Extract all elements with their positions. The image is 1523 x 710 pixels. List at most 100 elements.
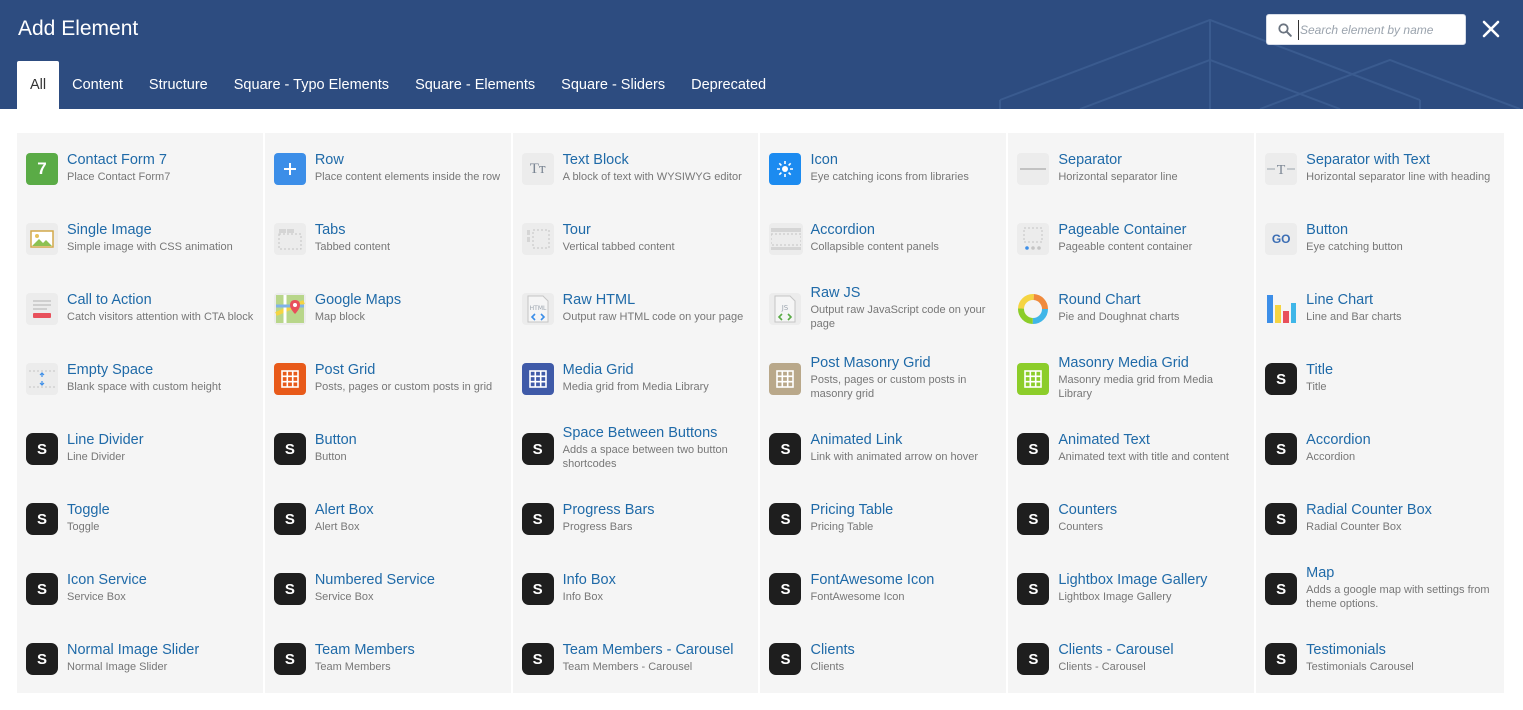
element-description: Clients - Carousel <box>1058 661 1146 673</box>
element-card-team-members[interactable]: S Team Members Team Members <box>264 623 513 693</box>
element-card-empty-space[interactable]: Empty Space Blank space with custom heig… <box>17 343 265 413</box>
element-card-tabs[interactable]: Tabs Tabbed content <box>264 203 513 273</box>
element-description: Pie and Doughnat charts <box>1058 311 1180 323</box>
element-card-separator-with-text[interactable]: T Separator with Text Horizontal separat… <box>1256 133 1504 203</box>
element-description: Team Members <box>314 661 391 673</box>
element-card-info-box[interactable]: S Info Box Info Box <box>512 553 761 623</box>
element-card-accordion[interactable]: Accordion Collapsible content panels <box>760 203 1009 273</box>
element-card-pageable-container[interactable]: Pageable Container Pageable content cont… <box>1008 203 1257 273</box>
element-card-testimonials[interactable]: S Testimonials Testimonials Carousel <box>1256 623 1504 693</box>
element-description: Blank space with custom height <box>67 381 222 393</box>
tab-all[interactable]: All <box>17 61 60 109</box>
element-description: Button <box>314 451 347 463</box>
element-description: Tabbed content <box>314 241 391 253</box>
s-icon: S <box>26 573 58 605</box>
element-card-fontawesome-icon[interactable]: S FontAwesome Icon FontAwesome Icon <box>760 553 1009 623</box>
raw-html-icon: HTML <box>521 293 554 325</box>
element-card-accordion[interactable]: S Accordion Accordion <box>1256 413 1504 483</box>
element-card-normal-image-slider[interactable]: S Normal Image Slider Normal Image Slide… <box>17 623 265 693</box>
element-card-text: Separator Horizontal separator line <box>1058 133 1246 203</box>
element-card-clients-carousel[interactable]: S Clients - Carousel Clients - Carousel <box>1008 623 1257 693</box>
element-card-icon-service[interactable]: S Icon Service Service Box <box>17 553 265 623</box>
element-name: Numbered Service <box>314 572 435 588</box>
tab-square-sliders[interactable]: Square - Sliders <box>548 61 678 109</box>
element-name: Post Masonry Grid <box>810 355 931 371</box>
tab-structure[interactable]: Structure <box>136 61 221 109</box>
element-card-text: Tabs Tabbed content <box>315 203 503 273</box>
tab-square-elements[interactable]: Square - Elements <box>402 61 548 109</box>
element-card-animated-link[interactable]: S Animated Link Link with animated arrow… <box>760 413 1009 483</box>
element-card-text: Radial Counter Box Radial Counter Box <box>1306 483 1496 553</box>
element-card-pricing-table[interactable]: S Pricing Table Pricing Table <box>760 483 1009 553</box>
s-icon: S <box>26 643 58 675</box>
element-card-row[interactable]: Row Place content elements inside the ro… <box>264 133 513 203</box>
element-card-title[interactable]: S Title Title <box>1256 343 1504 413</box>
element-card-numbered-service[interactable]: S Numbered Service Service Box <box>264 553 513 623</box>
element-description: Adds a space between two button shortcod… <box>562 444 728 470</box>
element-card-single-image[interactable]: Single Image Simple image with CSS anima… <box>17 203 265 273</box>
element-card-post-grid[interactable]: Post Grid Posts, pages or custom posts i… <box>264 343 513 413</box>
element-card-google-maps[interactable]: Google Maps Map block <box>264 273 513 343</box>
element-card-map[interactable]: S Map Adds a google map with settings fr… <box>1256 553 1504 623</box>
element-card-raw-js[interactable]: JS Raw JS Output raw JavaScript code on … <box>760 273 1009 343</box>
element-card-call-to-action[interactable]: Call to Action Catch visitors attention … <box>17 273 265 343</box>
element-card-progress-bars[interactable]: S Progress Bars Progress Bars <box>512 483 761 553</box>
element-card-space-between-buttons[interactable]: S Space Between Buttons Adds a space bet… <box>512 413 761 483</box>
element-card-raw-html[interactable]: HTML Raw HTML Output raw HTML code on yo… <box>512 273 761 343</box>
search-box[interactable] <box>1266 14 1466 45</box>
element-card-toggle[interactable]: S Toggle Toggle <box>17 483 265 553</box>
element-card-text: Icon Service Service Box <box>67 553 255 623</box>
element-description: Line and Bar charts <box>1306 311 1402 323</box>
element-card-separator[interactable]: Separator Horizontal separator line <box>1008 133 1257 203</box>
element-card-post-masonry-grid[interactable]: Post Masonry Grid Posts, pages or custom… <box>760 343 1009 413</box>
element-card-counters[interactable]: S Counters Counters <box>1008 483 1257 553</box>
element-card-team-members-carousel[interactable]: S Team Members - Carousel Team Members -… <box>512 623 761 693</box>
tab-square-typo-elements[interactable]: Square - Typo Elements <box>221 61 402 109</box>
pageable-icon <box>1017 223 1050 255</box>
element-card-animated-text[interactable]: S Animated Text Animated text with title… <box>1008 413 1257 483</box>
element-name: Row <box>314 152 344 168</box>
element-card-lightbox-image-gallery[interactable]: S Lightbox Image Gallery Lightbox Image … <box>1008 553 1257 623</box>
search-icon <box>1278 23 1292 37</box>
element-name: Icon <box>810 152 838 168</box>
element-description: Pageable content container <box>1058 241 1193 253</box>
element-card-contact-form-7[interactable]: 7 Contact Form 7 Place Contact Form7 <box>17 133 265 203</box>
element-card-button[interactable]: GO Button Eye catching button <box>1256 203 1504 273</box>
element-card-text: Post Grid Posts, pages or custom posts i… <box>315 343 503 413</box>
s-icon: S <box>1017 573 1050 605</box>
element-card-tour[interactable]: Tour Vertical tabbed content <box>512 203 761 273</box>
element-card-button[interactable]: S Button Button <box>264 413 513 483</box>
svg-text:HTML: HTML <box>529 305 546 312</box>
element-name: Alert Box <box>314 502 374 518</box>
element-name: Progress Bars <box>562 502 655 518</box>
grid-tan-icon <box>769 363 802 395</box>
s-icon: S <box>26 503 58 535</box>
element-card-alert-box[interactable]: S Alert Box Alert Box <box>264 483 513 553</box>
s-icon: S <box>273 573 306 605</box>
element-card-radial-counter-box[interactable]: S Radial Counter Box Radial Counter Box <box>1256 483 1504 553</box>
element-description: Clients <box>810 661 845 673</box>
element-card-round-chart[interactable]: Round Chart Pie and Doughnat charts <box>1008 273 1257 343</box>
element-card-media-grid[interactable]: Media Grid Media grid from Media Library <box>512 343 761 413</box>
close-icon[interactable] <box>1480 18 1502 40</box>
element-card-clients[interactable]: S Clients Clients <box>760 623 1009 693</box>
element-card-text: Progress Bars Progress Bars <box>563 483 751 553</box>
s-icon: S <box>521 503 554 535</box>
tab-content[interactable]: Content <box>59 61 136 109</box>
element-description: Catch visitors attention with CTA block <box>67 311 254 323</box>
element-card-text: Call to Action Catch visitors attention … <box>67 273 255 343</box>
search-input[interactable] <box>1298 20 1458 40</box>
element-card-text-block[interactable]: Tт Text Block A block of text with WYSIW… <box>512 133 761 203</box>
separator-icon <box>1017 153 1050 185</box>
element-name: Raw HTML <box>562 292 636 308</box>
element-card-line-chart[interactable]: Line Chart Line and Bar charts <box>1256 273 1504 343</box>
element-description: Posts, pages or custom posts in masonry … <box>810 374 967 400</box>
element-card-icon[interactable]: Icon Eye catching icons from libraries <box>760 133 1009 203</box>
element-card-masonry-media-grid[interactable]: Masonry Media Grid Masonry media grid fr… <box>1008 343 1257 413</box>
element-card-text: Alert Box Alert Box <box>315 483 503 553</box>
tab-deprecated[interactable]: Deprecated <box>678 61 779 109</box>
element-card-line-divider[interactable]: S Line Divider Line Divider <box>17 413 265 483</box>
element-name: Text Block <box>562 152 629 168</box>
modal-title: Add Element <box>18 17 139 40</box>
element-card-text: Team Members - Carousel Team Members - C… <box>563 623 751 693</box>
